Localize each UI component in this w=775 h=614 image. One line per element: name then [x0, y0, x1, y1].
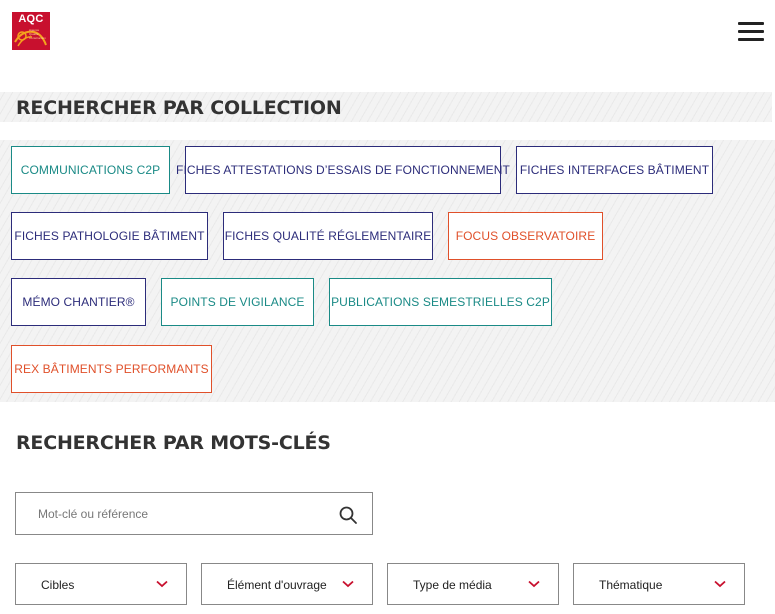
collection-button-rex-batiments[interactable]: REX BÂTIMENTS PERFORMANTS	[11, 345, 212, 393]
logo-subtext: Agence Qualité Construction	[29, 28, 46, 40]
collection-button-communications-c2p[interactable]: COMMUNICATIONS C2P	[11, 146, 170, 194]
chevron-down-icon	[714, 580, 726, 588]
site-header: AQC Agence Qualité Construction	[0, 0, 775, 66]
filter-label: Élément d'ouvrage	[227, 578, 327, 592]
filter-label: Thématique	[599, 578, 663, 592]
collection-section-title: RECHERCHER PAR COLLECTION	[16, 97, 342, 119]
collection-button-memo-chantier[interactable]: MÉMO CHANTIER®	[11, 278, 146, 326]
collection-button-publications-semestrielles[interactable]: PUBLICATIONS SEMESTRIELLES C2P	[329, 278, 552, 326]
chevron-down-icon	[156, 580, 168, 588]
keyword-search-box	[15, 492, 373, 535]
collection-button-points-vigilance[interactable]: POINTS DE VIGILANCE	[161, 278, 314, 326]
hamburger-menu-icon[interactable]	[738, 22, 766, 42]
search-icon[interactable]	[338, 505, 358, 525]
filter-label: Cibles	[41, 578, 75, 592]
aqc-logo[interactable]: AQC Agence Qualité Construction	[12, 12, 50, 50]
filter-element-ouvrage[interactable]: Élément d'ouvrage	[201, 563, 373, 605]
collection-button-fiches-qualite[interactable]: FICHES QUALITÉ RÉGLEMENTAIRE	[223, 212, 433, 260]
collection-button-focus-observatoire[interactable]: FOCUS OBSERVATOIRE	[448, 212, 603, 260]
chevron-down-icon	[528, 580, 540, 588]
filter-cibles[interactable]: Cibles	[15, 563, 187, 605]
collection-button-fiches-interfaces[interactable]: FICHES INTERFACES BÂTIMENT	[516, 146, 713, 194]
collection-button-fiches-attestations[interactable]: FICHES ATTESTATIONS D’ESSAIS DE FONCTION…	[176, 146, 510, 194]
keyword-search-input[interactable]	[38, 505, 328, 523]
filter-label: Type de média	[413, 578, 492, 592]
keywords-section-title: RECHERCHER PAR MOTS-CLÉS	[16, 432, 331, 454]
chevron-down-icon	[342, 580, 354, 588]
collection-button-fiches-pathologie[interactable]: FICHES PATHOLOGIE BÂTIMENT	[11, 212, 208, 260]
filter-thematique[interactable]: Thématique	[573, 563, 745, 605]
filter-type-media[interactable]: Type de média	[387, 563, 559, 605]
logo-text: AQC	[18, 13, 44, 25]
